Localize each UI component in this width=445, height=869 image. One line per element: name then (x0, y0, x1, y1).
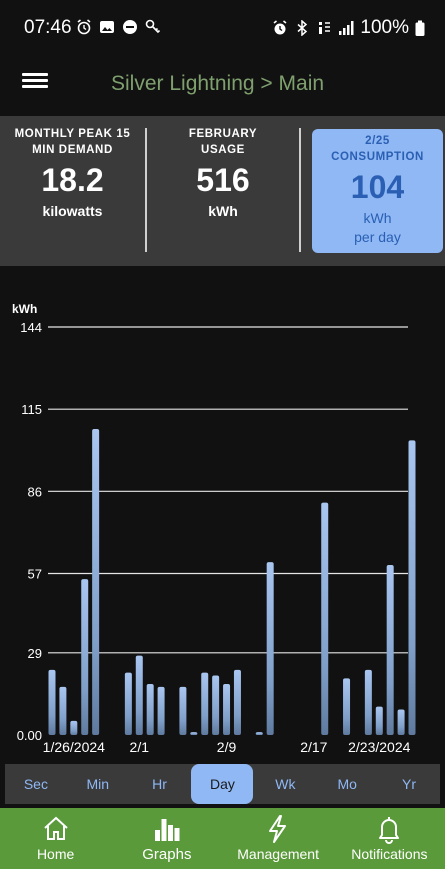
nav-management[interactable]: Management (223, 808, 334, 869)
nav-graphs[interactable]: Graphs (111, 808, 222, 869)
page-title: Silver Lightning > Main (111, 72, 325, 95)
nav-label: Home (36, 846, 75, 862)
nav-label: Management (237, 846, 319, 862)
chart-bar[interactable] (146, 684, 154, 735)
nav-home[interactable]: Home (0, 808, 111, 869)
chart-bar[interactable] (408, 440, 416, 735)
home-icon (43, 816, 68, 840)
tab-hr[interactable]: Hr (129, 764, 191, 804)
range-tabs: Sec Min Hr Day Wk Mo Yr (5, 764, 440, 804)
chart-bar[interactable] (59, 686, 67, 735)
chart-bar[interactable] (223, 684, 231, 735)
chart-bars (48, 429, 416, 736)
chart-bar[interactable] (190, 732, 198, 735)
stats-panel: MONTHLY PEAK 15 MIN DEMAND 18.2 kilowatt… (0, 116, 445, 266)
chart-bar[interactable] (201, 672, 209, 735)
stat-divider (299, 128, 301, 252)
stat-label: 2/25 CONSUMPTION (331, 135, 424, 163)
chart-bar[interactable] (179, 686, 187, 735)
menu-icon[interactable] (22, 72, 48, 94)
status-left-icons (76, 19, 161, 35)
key-icon (145, 19, 161, 34)
chart-bar[interactable] (255, 732, 263, 735)
gallery-icon (100, 21, 114, 33)
x-tick-label: 2/1 (130, 739, 150, 755)
x-tick-label: 2/9 (217, 739, 237, 755)
wifi-calling-icon (319, 22, 331, 34)
bottom-nav: Home Graphs Management Notifications (0, 808, 445, 869)
bell-icon (379, 817, 400, 844)
tab-yr[interactable]: Yr (378, 764, 440, 804)
usage-chart[interactable]: kWh 0.00 29 57 86 115 144 1/26/2024 2/1 2/9 2/17… (0, 266, 445, 760)
tab-sec[interactable]: Sec (5, 764, 67, 804)
usage-chart-svg[interactable]: kWh 0.00 29 57 86 115 144 1/26/2024 2/1 2/9 2/17… (0, 266, 445, 760)
y-tick-label: 29 (28, 646, 42, 661)
app-bar: Silver Lightning > Main (0, 58, 445, 116)
chart-bar[interactable] (266, 562, 274, 735)
lightning-icon (269, 815, 287, 843)
chart-bar[interactable] (233, 669, 241, 735)
y-tick-label: 57 (28, 567, 42, 582)
stat-monthly-peak-demand: MONTHLY PEAK 15 MIN DEMAND 18.2 kilowatt… (0, 126, 145, 254)
x-tick-label: 2/23/2024 (348, 739, 410, 755)
signal-icon (339, 21, 354, 35)
y-axis-label: kWh (12, 302, 37, 316)
status-bar: 07:46 100% (0, 0, 445, 58)
chart-bar[interactable] (386, 565, 394, 735)
chart-bar[interactable] (81, 579, 89, 735)
tab-day[interactable]: Day (191, 764, 254, 804)
chart-bar[interactable] (157, 686, 165, 735)
x-tick-label: 2/17 (300, 739, 327, 755)
nav-notifications[interactable]: Notifications (334, 808, 445, 869)
stat-value: 516 (196, 162, 250, 198)
chart-x-ticks: 1/26/2024 2/1 2/9 2/17 2/23/2024 (43, 739, 411, 755)
bluetooth-icon (297, 20, 308, 36)
app-badge-icon (123, 20, 137, 34)
chart-bar[interactable] (321, 502, 329, 735)
chart-bar[interactable] (124, 672, 132, 735)
nav-label: Notifications (351, 846, 428, 862)
stat-value: 104 (350, 169, 405, 205)
bar-chart-icon (154, 819, 180, 841)
stat-february-usage: FEBRUARY USAGE 516 kWh (147, 126, 299, 254)
battery-icon (415, 20, 425, 36)
chart-bar[interactable] (343, 678, 351, 735)
stat-unit: kWh per day (354, 210, 401, 245)
nav-label: Graphs (142, 846, 192, 863)
chart-bar[interactable] (92, 429, 100, 735)
alarm-icon (273, 20, 287, 35)
chart-bar[interactable] (70, 720, 78, 735)
stat-daily-consumption[interactable]: 2/25 CONSUMPTION 104 kWh per day (312, 129, 443, 253)
tab-min[interactable]: Min (67, 764, 129, 804)
stat-unit: kWh (208, 203, 238, 219)
chart-bar[interactable] (375, 706, 383, 735)
chart-bar[interactable] (364, 669, 372, 735)
chart-bar[interactable] (212, 675, 220, 736)
y-tick-label: 0.00 (17, 728, 42, 743)
y-tick-label: 115 (21, 402, 42, 417)
tab-mo[interactable]: Mo (316, 764, 378, 804)
y-tick-label: 86 (28, 484, 42, 499)
status-right: 100% (272, 17, 425, 39)
x-tick-label: 1/26/2024 (43, 739, 105, 755)
stat-value: 18.2 (41, 162, 104, 198)
chart-bar[interactable] (48, 669, 56, 735)
battery-percent: 100% (360, 17, 409, 38)
chart-bar[interactable] (135, 655, 143, 735)
stat-unit: kilowatts (42, 203, 103, 219)
stat-label: FEBRUARY USAGE (188, 128, 258, 156)
chart-bar[interactable] (397, 709, 405, 736)
status-time: 07:46 (24, 17, 72, 38)
y-tick-label: 144 (20, 320, 42, 335)
tab-wk[interactable]: Wk (254, 764, 316, 804)
alarm-icon (77, 19, 91, 35)
stat-label: MONTHLY PEAK 15 MIN DEMAND (14, 128, 131, 156)
